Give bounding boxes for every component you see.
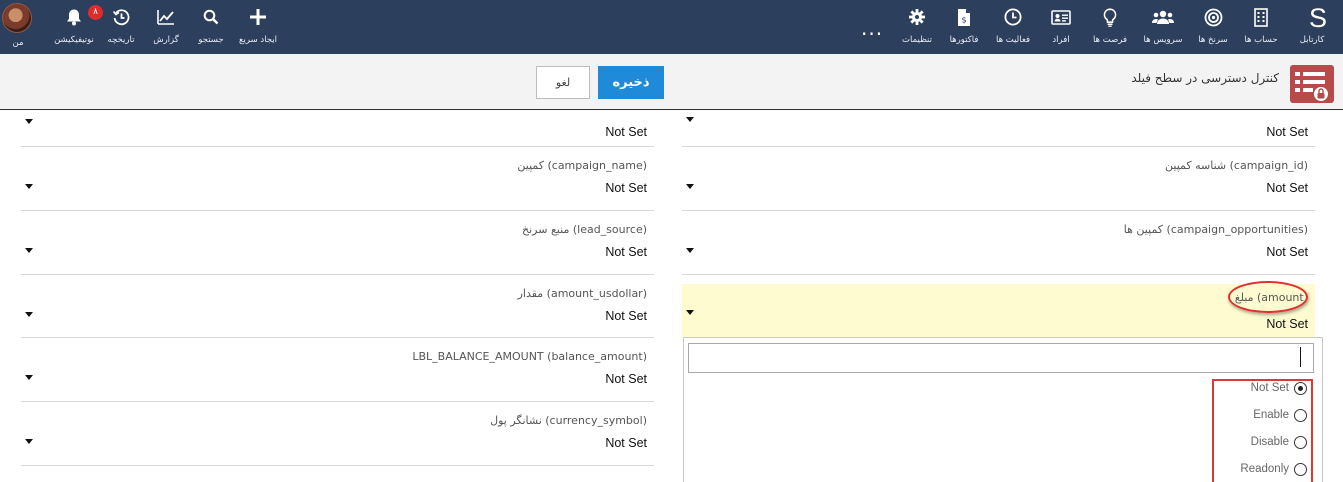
radio-icon[interactable] [1294, 436, 1307, 449]
chevron-down-icon[interactable] [25, 312, 33, 317]
field-label: کمپین (campaign_name) [517, 159, 647, 172]
field-row[interactable]: Not Set [682, 100, 1315, 147]
field-label: LBL_BALANCE_AMOUNT (balance_amount) [412, 350, 647, 363]
nav-item-opportunities[interactable]: فرصت ها [1092, 0, 1128, 54]
more-menu-button[interactable]: ... [861, 18, 883, 38]
dropdown-search-input[interactable] [688, 343, 1314, 373]
nav-item-dashboard[interactable]: کارتابل [1292, 0, 1332, 54]
field-row-lead-source[interactable]: منبع سرنخ (lead_source) Not Set [21, 211, 654, 275]
field-row-amount-usdollar[interactable]: مقدار (amount_usdollar) Not Set [21, 275, 654, 338]
nav-item-settings[interactable]: تنظیمات [899, 0, 935, 54]
option-label: Readonly [1240, 463, 1289, 475]
page-title: کنترل دسترسی در سطح فیلد [1131, 71, 1279, 85]
field-row[interactable]: Not Set [21, 100, 654, 147]
field-label: مقدار (amount_usdollar) [517, 287, 647, 300]
avatar [2, 3, 32, 33]
nav-item-invoices[interactable]: $ فاکتورها [946, 0, 982, 54]
id-card-icon [1046, 7, 1076, 27]
field-value: Not Set [1266, 125, 1308, 139]
plus-icon [242, 7, 274, 27]
field-security-icon [1290, 65, 1334, 103]
user-menu[interactable]: من [2, 3, 34, 51]
chart-icon [151, 7, 181, 27]
nav-item-activities[interactable]: فعالیت ها [995, 0, 1031, 54]
chevron-down-icon[interactable] [25, 248, 33, 253]
radio-icon[interactable] [1294, 409, 1307, 422]
field-value: Not Set [605, 309, 647, 323]
field-value: Not Set [605, 245, 647, 259]
nav-item-accounts[interactable]: حساب ها [1243, 0, 1279, 54]
nav-item-notifications[interactable]: ۸ نوتیفیکیشن [52, 0, 103, 54]
top-navbar: S کارتابل حساب ها سرنخ ها سرویس ها فرصت … [0, 0, 1343, 54]
option-label: Not Set [1250, 382, 1289, 394]
field-value: Not Set [605, 181, 647, 195]
field-label: شناسه کمپین (campaign_id) [1165, 159, 1308, 172]
field-row-campaign-opportunities[interactable]: کمپین ها (campaign_opportunities) Not Se… [682, 211, 1315, 275]
field-value: Not Set [605, 436, 647, 450]
chevron-down-icon[interactable] [686, 184, 694, 189]
nav-item-search[interactable]: جستجو [196, 0, 226, 54]
field-row-campaign-id[interactable]: شناسه کمپین (campaign_id) Not Set [682, 147, 1315, 211]
cancel-button[interactable]: لغو [536, 66, 590, 99]
nav-item-label: فرصت ها [1092, 35, 1128, 45]
field-label: مبلغ (amount) [1234, 291, 1308, 304]
nav-item-label: ایجاد سریع [239, 35, 277, 45]
nav-item-label: نوتیفیکیشن [54, 35, 94, 45]
chevron-down-icon[interactable] [686, 248, 694, 253]
chevron-down-icon[interactable] [25, 439, 33, 444]
clock-icon [995, 7, 1031, 27]
option-enable[interactable]: Enable [1214, 405, 1311, 427]
nav-item-services[interactable]: سرویس ها [1144, 0, 1182, 54]
permission-dropdown: Not Set Enable Disable Readonly [683, 337, 1323, 482]
field-value: Not Set [1266, 181, 1308, 195]
search-icon [196, 7, 226, 27]
lightbulb-icon [1092, 7, 1128, 27]
chevron-down-icon[interactable] [25, 184, 33, 189]
radio-icon[interactable] [1294, 463, 1307, 476]
nav-item-label: تنظیمات [902, 35, 932, 45]
radio-selected-icon[interactable] [1294, 382, 1307, 395]
nav-item-leads[interactable]: سرنخ ها [1195, 0, 1231, 54]
nav-item-quick-create[interactable]: ایجاد سریع [239, 0, 277, 54]
nav-item-reports[interactable]: گزارش [151, 0, 181, 54]
nav-item-label: سرویس ها [1143, 35, 1183, 45]
field-value: Not Set [1266, 317, 1308, 331]
nav-item-history[interactable]: تاریخچه [106, 0, 136, 54]
save-button[interactable]: ذخیره [598, 66, 664, 99]
field-row-currency-symbol[interactable]: نشانگر پول (currency_symbol) Not Set [21, 402, 654, 466]
field-label: منبع سرنخ (lead_source) [522, 223, 647, 236]
chevron-down-icon[interactable] [686, 310, 694, 315]
building-icon [1243, 7, 1279, 27]
field-label: نشانگر پول (currency_symbol) [490, 414, 647, 427]
chevron-down-icon[interactable] [686, 117, 694, 122]
option-not-set[interactable]: Not Set [1214, 378, 1311, 400]
option-readonly[interactable]: Readonly [1214, 459, 1311, 481]
user-label: من [12, 38, 24, 48]
chevron-down-icon[interactable] [25, 375, 33, 380]
field-row-campaign-name[interactable]: کمپین (campaign_name) Not Set [21, 147, 654, 211]
nav-item-people[interactable]: افراد [1046, 0, 1076, 54]
text-cursor [1300, 347, 1301, 367]
option-label: Disable [1250, 436, 1289, 448]
field-value: Not Set [605, 372, 647, 386]
field-value: Not Set [1266, 245, 1308, 259]
option-label: Enable [1253, 409, 1289, 421]
invoice-icon: $ [946, 7, 982, 27]
field-row-amount[interactable]: مبلغ (amount) Not Set [682, 284, 1315, 337]
target-icon [1195, 7, 1231, 27]
history-icon [106, 7, 136, 27]
field-row-balance-amount[interactable]: LBL_BALANCE_AMOUNT (balance_amount) Not … [21, 338, 654, 402]
gear-icon [899, 7, 935, 27]
field-label: کمپین ها (campaign_opportunities) [1123, 223, 1308, 236]
users-icon [1145, 7, 1181, 27]
field-value: Not Set [605, 125, 647, 139]
chevron-down-icon[interactable] [25, 119, 33, 124]
option-disable[interactable]: Disable [1214, 432, 1311, 454]
notification-badge: ۸ [88, 5, 103, 20]
svg-text:$: $ [961, 15, 966, 24]
